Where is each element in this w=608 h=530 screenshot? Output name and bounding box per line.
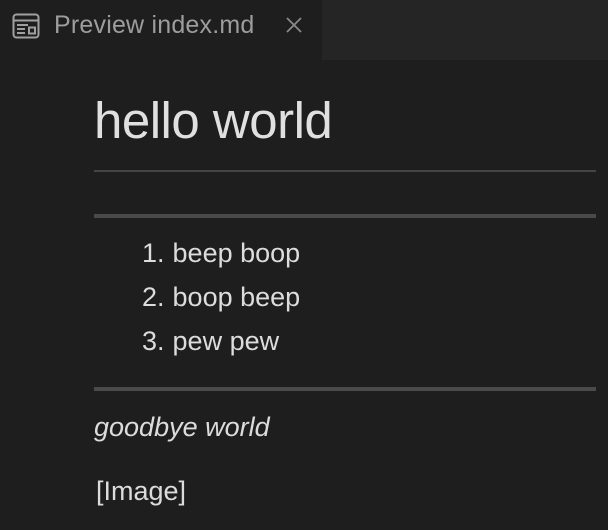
close-icon[interactable] bbox=[284, 15, 304, 35]
emphasis-text: goodbye world bbox=[94, 412, 270, 442]
heading-underline bbox=[94, 170, 596, 172]
image-placeholder: [Image] bbox=[96, 476, 187, 506]
tab-label: Preview index.md bbox=[54, 11, 255, 39]
list-item: 3. pew pew bbox=[142, 324, 279, 358]
list-item-text: beep boop bbox=[172, 238, 301, 268]
horizontal-rule bbox=[94, 387, 596, 391]
list-item-text: pew pew bbox=[172, 326, 280, 356]
tab-bar: Preview index.md bbox=[0, 0, 608, 60]
list-item: 2. boop beep bbox=[142, 280, 300, 314]
list-item-number: 1. bbox=[142, 238, 165, 268]
list-item-text: boop beep bbox=[172, 282, 301, 312]
horizontal-rule bbox=[94, 214, 596, 218]
preview-icon bbox=[12, 13, 40, 39]
list-item-number: 3. bbox=[142, 326, 165, 356]
markdown-preview-window: Preview index.md hello world 1. beep boop… bbox=[0, 0, 608, 530]
list-item-number: 2. bbox=[142, 282, 165, 312]
list-item: 1. beep boop bbox=[142, 236, 300, 270]
document-heading: hello world bbox=[94, 92, 333, 149]
tab-preview-index-md[interactable]: Preview index.md bbox=[0, 0, 322, 60]
